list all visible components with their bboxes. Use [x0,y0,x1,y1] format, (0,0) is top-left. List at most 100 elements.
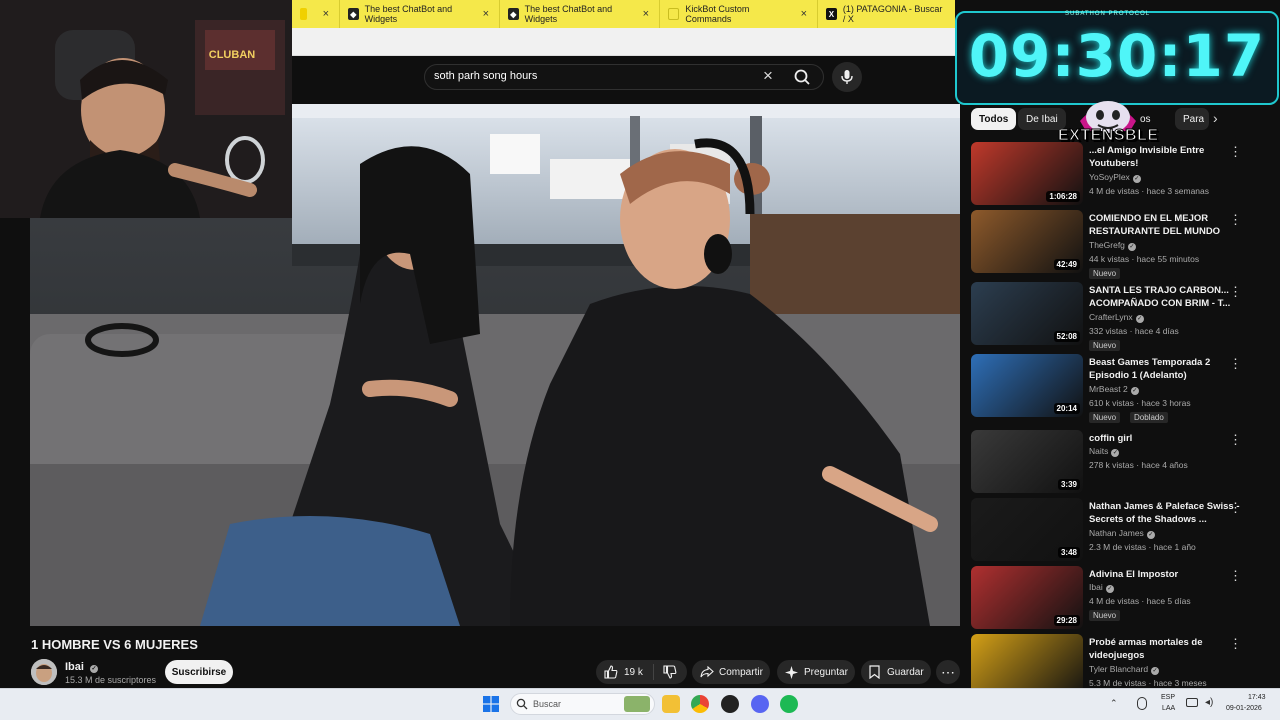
video-duration: 3:39 [1057,479,1080,490]
more-options-icon[interactable]: ⋮ [1229,284,1242,300]
thumbs-down-icon [663,665,677,679]
video-metadata: 332 vistas · hace 4 días [1089,326,1179,336]
more-options-icon[interactable]: ⋮ [1229,144,1242,160]
chip-for-you[interactable]: Para [1175,108,1209,130]
video-title[interactable]: SANTA LES TRAJO CARBON... ACOMPAÑADO CON… [1089,284,1247,310]
browser-tab[interactable]: ◆ The best ChatBot and Widgets × [500,0,660,28]
input-layout[interactable]: LAA [1162,705,1175,712]
video-thumbnail[interactable]: 52:08 [971,282,1083,345]
video-title[interactable]: Nathan James & Paleface Swiss - Secrets … [1089,500,1247,526]
recommendation-item[interactable]: 1:06:28 ...el Amigo Invisible Entre Youtu… [971,142,1267,210]
video-title[interactable]: Adivina El Impostor [1089,568,1247,581]
chip-from-channel[interactable]: De Ibai [1018,108,1066,130]
channel-name-text: TheGrefg [1089,240,1125,250]
close-icon[interactable]: × [323,8,329,20]
more-options-icon[interactable]: ⋮ [1229,568,1242,584]
start-button[interactable] [483,696,499,712]
channel-name[interactable]: Tyler Blanchard ✓ [1089,664,1160,675]
browser-tab[interactable]: × [292,0,340,28]
ask-label: Preguntar [804,666,848,678]
ask-button[interactable]: Preguntar [777,660,855,684]
channel-name-text: Naits [1089,446,1109,456]
video-thumbnail[interactable]: 1:06:28 [971,142,1083,205]
close-icon[interactable]: × [483,8,489,20]
recommendation-item[interactable]: 3:39 coffin girl Naits ✓ 278 k vistas · hace… [971,430,1267,498]
share-label: Compartir [719,666,763,678]
search-button[interactable] [786,62,818,92]
channel-name[interactable]: TheGrefg ✓ [1089,240,1136,251]
voice-search-button[interactable] [832,62,862,92]
verified-icon: ✓ [1151,667,1160,675]
subscribe-button[interactable]: Suscribirse [165,660,233,684]
recommendation-item[interactable]: 3:48 Nathan James & Paleface Swiss - Secr… [971,498,1267,566]
video-title[interactable]: coffin girl [1089,432,1247,445]
channel-name[interactable]: YoSoyPlex ✓ [1089,172,1141,183]
chevron-right-icon[interactable]: › [1213,110,1218,126]
recommendation-item[interactable]: 20:14 Beast Games Temporada 2 Episodio 1 … [971,354,1267,423]
recommendation-item[interactable]: 29:28 Adivina El Impostor Ibai ✓ 4 M de vist… [971,566,1267,634]
network-icon[interactable] [1186,698,1198,707]
video-thumbnail[interactable]: 29:28 [971,566,1083,629]
video-thumbnail[interactable]: 42:49 [971,210,1083,273]
more-options-icon[interactable]: ⋮ [1229,212,1242,228]
chip-related[interactable]: os [1140,108,1159,130]
more-options-icon[interactable]: ⋮ [1229,356,1242,372]
like-button[interactable]: 19 k [596,664,654,680]
channel-name[interactable]: Naits ✓ [1089,446,1120,457]
video-title[interactable]: Beast Games Temporada 2 Episodio 1 (Adel… [1089,356,1247,382]
file-explorer-icon[interactable] [662,695,680,713]
thumbs-up-icon [604,665,618,679]
address-bar[interactable] [292,28,955,56]
chevron-up-icon[interactable]: ⌃ [1110,698,1118,709]
more-options-icon[interactable]: ⋮ [1229,432,1242,448]
clear-search-icon[interactable]: × [763,66,773,86]
dislike-button[interactable] [654,665,686,679]
recommendation-item[interactable]: 42:49 COMIENDO EN EL MEJOR RESTAURANTE DE… [971,210,1267,279]
video-title[interactable]: ...el Amigo Invisible Entre Youtubers! [1089,144,1247,170]
x-logo-icon: X [826,8,837,20]
spotify-icon[interactable] [780,695,798,713]
search-query[interactable]: soth parh song hours [434,70,537,82]
more-options-icon[interactable]: ⋮ [1229,636,1242,652]
browser-tab[interactable]: ◆ The best ChatBot and Widgets × [340,0,500,28]
browser-tab[interactable]: X (1) PATAGONIA - Buscar / X [818,0,955,28]
obs-icon[interactable] [721,695,739,713]
save-button[interactable]: Guardar [861,660,931,684]
video-metadata: 278 k vistas · hace 4 años [1089,460,1188,470]
microphone-icon[interactable] [1137,697,1147,710]
share-button[interactable]: Compartir [692,660,770,684]
video-title[interactable]: COMIENDO EN EL MEJOR RESTAURANTE DEL MUN… [1089,212,1247,238]
channel-name-text: Ibai [1089,582,1103,592]
channel-name[interactable]: Ibai ✓ [65,661,99,673]
more-options-icon[interactable]: ⋮ [1229,500,1242,516]
channel-name[interactable]: MrBeast 2 ✓ [1089,384,1139,395]
channel-avatar[interactable] [31,659,57,685]
subscriber-count: 15.3 M de suscriptores [65,675,157,685]
more-actions-button[interactable]: ⋯ [936,660,960,684]
video-thumbnail[interactable]: 3:48 [971,498,1083,561]
search-highlight-icon [624,696,650,712]
close-icon[interactable]: × [643,8,649,20]
taskbar-search-placeholder: Buscar [533,699,562,709]
close-icon[interactable]: × [801,8,807,20]
channel-name[interactable]: Nathan James ✓ [1089,528,1155,539]
clock-date[interactable]: 09-01-2026 [1226,705,1262,712]
volume-icon[interactable]: ◂) [1205,697,1213,708]
browser-tab[interactable]: KickBot Custom Commands × [660,0,818,28]
video-title[interactable]: Probé armas mortales de videojuegos [1089,636,1247,662]
channel-name[interactable]: CrafterLynx ✓ [1089,312,1144,323]
channel-name-text: CrafterLynx [1089,312,1133,322]
video-thumbnail[interactable]: 3:39 [971,430,1083,493]
verified-icon: ✓ [1135,315,1144,323]
video-title: 1 HOMBRE VS 6 MUJERES [31,637,198,652]
recommendation-item[interactable]: 52:08 SANTA LES TRAJO CARBON... ACOMPAÑAD… [971,282,1267,351]
channel-name[interactable]: Ibai ✓ [1089,582,1114,593]
video-thumbnail[interactable]: 20:14 [971,354,1083,417]
chrome-icon[interactable] [691,695,709,713]
input-language[interactable]: ESP [1161,694,1175,701]
channel-name-text: Nathan James [1089,528,1144,538]
chip-all[interactable]: Todos [971,108,1017,130]
discord-icon[interactable] [751,695,769,713]
clock-time[interactable]: 17:43 [1248,694,1266,701]
video-badge: Nuevo [1089,610,1121,621]
